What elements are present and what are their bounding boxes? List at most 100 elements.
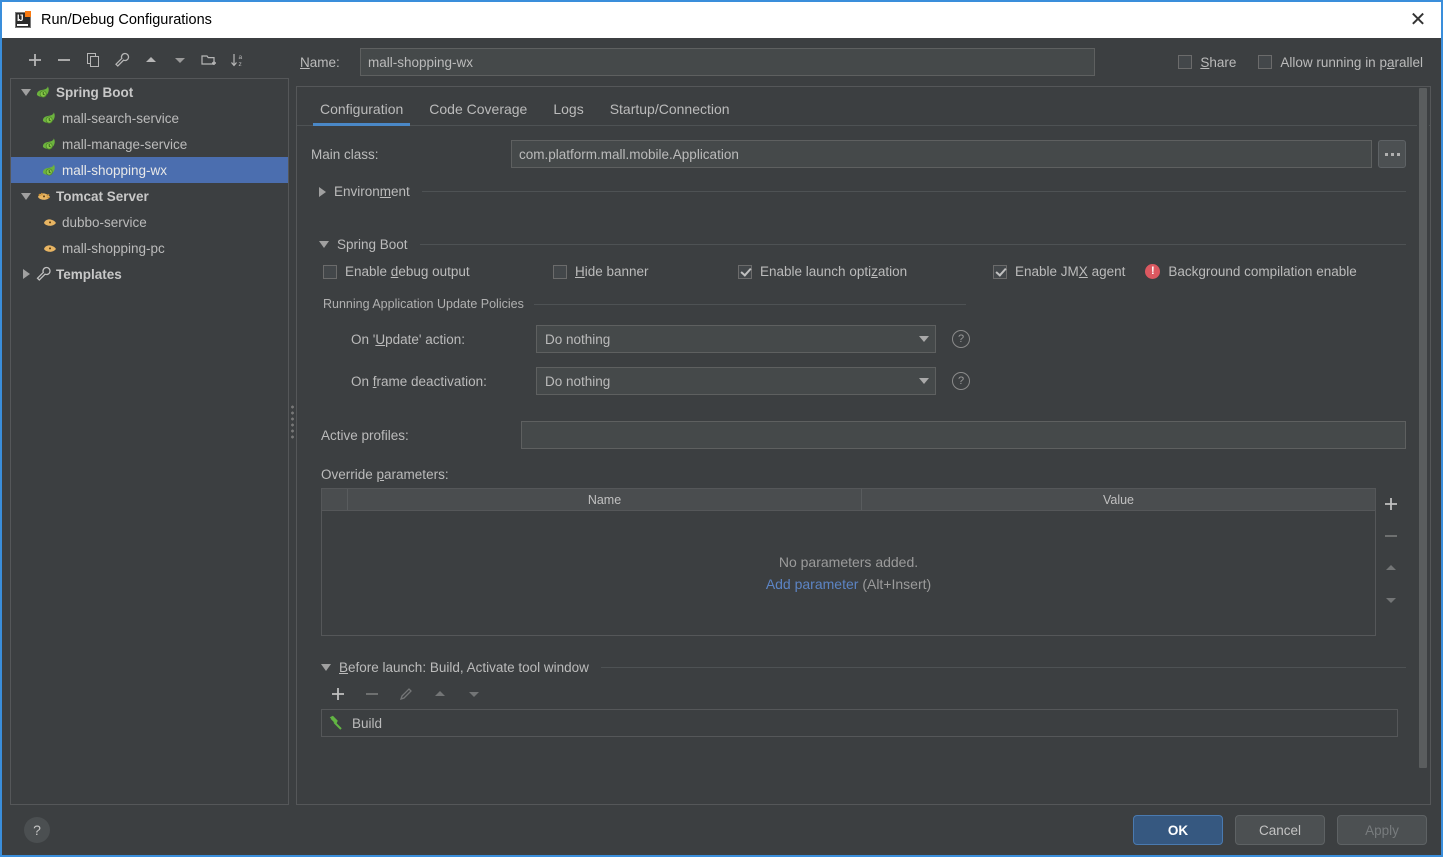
before-launch-section: Before launch: Build, Activate tool wind… — [321, 660, 1406, 737]
add-parameter-link[interactable]: Add parameter — [766, 576, 859, 592]
help-button[interactable]: ? — [24, 817, 50, 843]
override-parameters-table-wrap: Name Value No parameters added. Add para… — [321, 488, 1406, 636]
tomcat-icon — [41, 214, 62, 230]
pane-splitter[interactable] — [289, 38, 296, 805]
ok-button[interactable]: OK — [1133, 815, 1223, 845]
chevron-down-icon — [321, 664, 331, 671]
chevron-down-icon — [319, 241, 329, 248]
tab-code-coverage[interactable]: Code Coverage — [416, 101, 540, 125]
spring-boot-checkbox-row: Enable debug output Hide banner Enable l… — [311, 264, 1406, 279]
error-icon: ! — [1145, 264, 1161, 279]
before-launch-header[interactable]: Before launch: Build, Activate tool wind… — [321, 660, 1406, 675]
configuration-pane: Name: Share Allow running in parallel Co… — [296, 38, 1441, 805]
create-folder-button[interactable] — [196, 48, 222, 72]
tree-toolbar: a z — [10, 46, 289, 74]
enable-jmx-agent-checkbox[interactable]: Enable JMX agent — [993, 264, 1125, 279]
on-frame-deactivation-help-icon[interactable]: ? — [952, 372, 970, 390]
checkbox-box — [993, 264, 1007, 279]
name-label-mnemonic: N — [300, 54, 310, 70]
share-checkbox[interactable]: Share — [1178, 55, 1236, 70]
environment-section-header[interactable]: Environment — [319, 184, 1406, 199]
edit-templates-wrench-icon[interactable] — [109, 48, 135, 72]
table-body: No parameters added. Add parameter (Alt+… — [322, 511, 1375, 635]
expand-toggle-icon[interactable] — [17, 269, 35, 279]
main-class-browse-button[interactable] — [1378, 140, 1406, 168]
tree-group-spring-boot[interactable]: Spring Boot — [11, 79, 288, 105]
svg-text:a: a — [238, 54, 242, 61]
sort-configurations-button[interactable]: a z — [225, 48, 251, 72]
active-profiles-input[interactable] — [521, 421, 1406, 449]
tab-startup-connection[interactable]: Startup/Connection — [597, 101, 743, 125]
close-icon[interactable]: ✕ — [1395, 2, 1441, 38]
hide-banner-checkbox[interactable]: Hide banner — [553, 264, 738, 279]
cancel-button[interactable]: Cancel — [1235, 815, 1325, 845]
add-configuration-button[interactable] — [22, 48, 48, 72]
background-compilation-label: Background compilation enable — [1168, 264, 1357, 279]
configurations-tree[interactable]: Spring Boot mall-search-service mall-man… — [10, 78, 289, 805]
table-header-value[interactable]: Value — [862, 489, 1375, 510]
spring-boot-section-header[interactable]: Spring Boot — [319, 237, 1406, 252]
move-parameter-up-button[interactable] — [1378, 558, 1404, 578]
remove-configuration-button[interactable] — [51, 48, 77, 72]
tree-item-label: mall-manage-service — [62, 136, 188, 152]
tree-item-mall-manage-service[interactable]: mall-manage-service — [11, 131, 288, 157]
table-header-name[interactable]: Name — [348, 489, 862, 510]
checkbox-box — [323, 264, 337, 279]
on-update-action-help-icon[interactable]: ? — [952, 330, 970, 348]
before-launch-task-list[interactable]: Build — [321, 709, 1398, 737]
task-move-up-button[interactable] — [427, 682, 453, 706]
tree-item-dubbo-service[interactable]: dubbo-service — [11, 209, 288, 235]
expand-toggle-icon[interactable] — [17, 192, 35, 200]
on-update-action-dropdown[interactable]: Do nothing — [536, 325, 936, 353]
spring-boot-section-label: Spring Boot — [337, 237, 408, 252]
edit-task-pencil-icon[interactable] — [393, 682, 419, 706]
spring-boot-icon — [35, 84, 56, 100]
remove-task-button[interactable] — [359, 682, 385, 706]
main-class-input[interactable] — [511, 140, 1372, 168]
move-parameter-down-button[interactable] — [1378, 590, 1404, 610]
allow-parallel-label: Allow running in parallel — [1280, 54, 1423, 70]
tab-logs[interactable]: Logs — [540, 101, 596, 125]
wrench-icon — [35, 266, 56, 282]
name-row: Name: Share Allow running in parallel — [296, 46, 1431, 78]
active-profiles-row: Active profiles: — [311, 421, 1406, 449]
tree-item-mall-search-service[interactable]: mall-search-service — [11, 105, 288, 131]
section-divider — [600, 667, 1406, 668]
tree-group-label: Templates — [56, 266, 122, 282]
configuration-scrollbar[interactable] — [1417, 88, 1429, 803]
tree-item-mall-shopping-pc[interactable]: mall-shopping-pc — [11, 235, 288, 261]
before-launch-toolbar — [321, 679, 1406, 709]
scrollbar-thumb[interactable] — [1419, 88, 1427, 768]
window-title: Run/Debug Configurations — [41, 12, 212, 28]
enable-jmx-agent-label: Enable JMX agent — [1015, 264, 1126, 279]
on-frame-deactivation-dropdown[interactable]: Do nothing — [536, 367, 936, 395]
apply-button[interactable]: Apply — [1337, 815, 1427, 845]
configuration-tab-panel: Configuration Code Coverage Logs Startup… — [296, 86, 1431, 805]
enable-debug-output-checkbox[interactable]: Enable debug output — [323, 264, 553, 279]
tomcat-icon — [41, 240, 62, 256]
tree-item-mall-shopping-wx[interactable]: mall-shopping-wx — [11, 157, 288, 183]
tab-configuration[interactable]: Configuration — [307, 101, 416, 126]
allow-parallel-checkbox[interactable]: Allow running in parallel — [1258, 55, 1423, 70]
add-task-button[interactable] — [325, 682, 351, 706]
override-parameters-table[interactable]: Name Value No parameters added. Add para… — [321, 488, 1376, 636]
share-label: Share — [1200, 54, 1237, 70]
tree-group-tomcat-server[interactable]: Tomcat Server — [11, 183, 288, 209]
name-input[interactable] — [360, 48, 1095, 76]
enable-launch-optimization-checkbox[interactable]: Enable launch optization — [738, 264, 993, 279]
expand-toggle-icon[interactable] — [17, 88, 35, 96]
move-up-button[interactable] — [138, 48, 164, 72]
configurations-pane: a z Spring Boot mall-search-service mall… — [2, 38, 289, 805]
update-policies-label: Running Application Update Policies — [323, 297, 524, 311]
checkbox-box — [738, 264, 752, 279]
add-parameter-button[interactable] — [1378, 494, 1404, 514]
task-move-down-button[interactable] — [461, 682, 487, 706]
remove-parameter-button[interactable] — [1378, 526, 1404, 546]
spring-boot-icon — [41, 162, 62, 178]
chevron-down-icon — [919, 336, 929, 342]
move-down-button[interactable] — [167, 48, 193, 72]
tree-group-templates[interactable]: Templates — [11, 261, 288, 287]
name-label: Name: — [300, 55, 360, 70]
on-frame-deactivation-row: On frame deactivation: Do nothing ? — [323, 367, 1406, 395]
copy-configuration-button[interactable] — [80, 48, 106, 72]
